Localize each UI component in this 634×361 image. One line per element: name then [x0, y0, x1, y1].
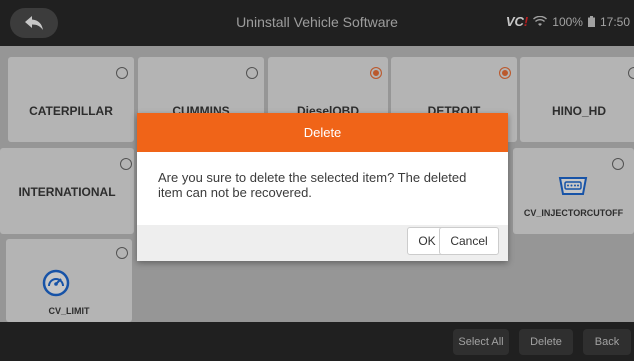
dialog-title: Delete — [137, 113, 508, 152]
dialog-message: Are you sure to delete the selected item… — [158, 170, 467, 200]
dialog-footer: OK Cancel — [137, 225, 508, 261]
cancel-button[interactable]: Cancel — [439, 227, 499, 255]
delete-dialog: Delete Are you sure to delete the select… — [137, 113, 508, 261]
